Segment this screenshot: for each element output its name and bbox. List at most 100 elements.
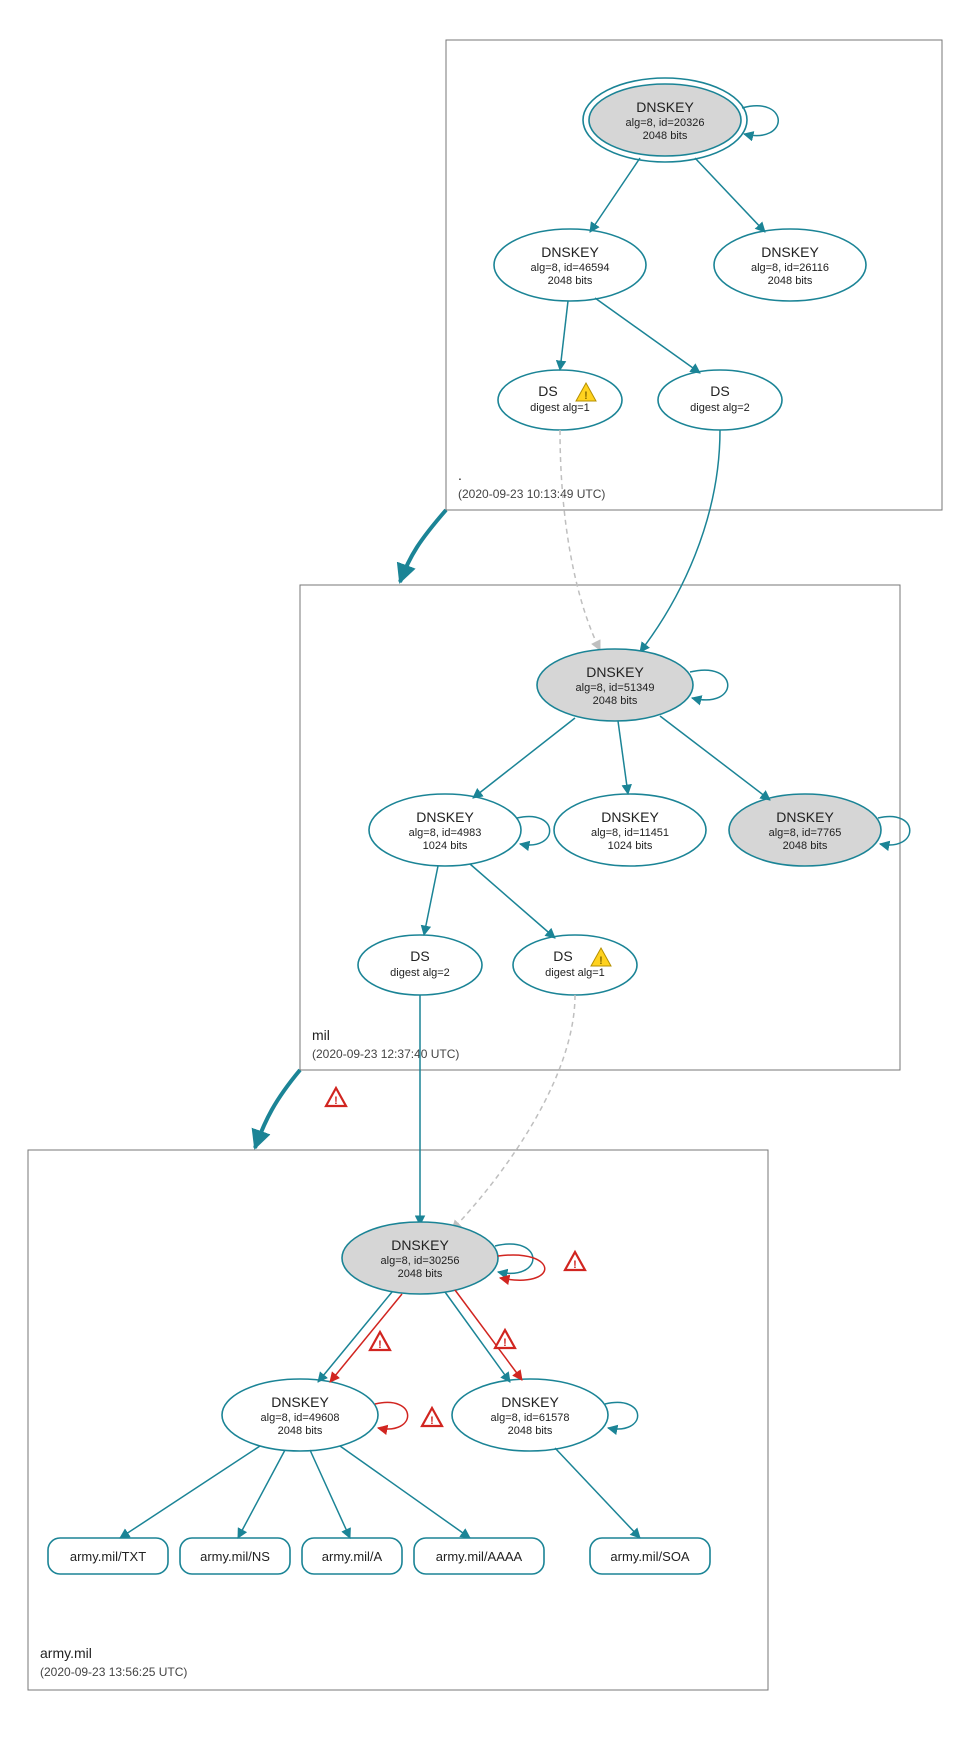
svg-text:alg=8, id=46594: alg=8, id=46594 [531,262,610,274]
warn-icon [326,1088,346,1107]
svg-text:alg=8, id=11451: alg=8, id=11451 [591,827,669,839]
svg-text:2048 bits: 2048 bits [508,1425,553,1437]
svg-text:alg=8, id=7765: alg=8, id=7765 [769,827,842,839]
node-army-61578: DNSKEY alg=8, id=61578 2048 bits [452,1379,608,1451]
svg-text:2048 bits: 2048 bits [278,1425,323,1437]
edge-milksk-11451 [618,721,628,794]
edge-49608-txt [120,1446,260,1538]
rr-txt: army.mil/TXT [48,1538,168,1574]
edge-rootksk-46594 [590,158,640,232]
svg-text:army.mil/AAAA: army.mil/AAAA [436,1549,523,1564]
edge-ds2-milksk [640,430,720,652]
svg-text:DS: DS [553,948,572,964]
svg-text:DNSKEY: DNSKEY [391,1237,449,1253]
edge-61578-soa [555,1448,640,1538]
edge-milksk-4983 [473,718,575,798]
svg-text:digest alg=2: digest alg=2 [390,967,450,979]
edge-mil-to-army-zone [255,1070,300,1148]
edge-milds1-armyksk [452,995,575,1230]
svg-text:alg=8, id=4983: alg=8, id=4983 [409,827,482,839]
svg-text:DNSKEY: DNSKEY [416,809,474,825]
svg-text:DS: DS [710,383,729,399]
svg-text:1024 bits: 1024 bits [423,840,468,852]
edge-4983-ds2 [424,866,438,935]
edge-milksk-7765 [660,716,770,800]
warn-icon [495,1330,515,1349]
edge-root-to-mil-zone [400,510,446,582]
edge-46594-ds2 [595,298,700,373]
svg-text:digest alg=1: digest alg=1 [530,402,590,414]
rr-a: army.mil/A [302,1538,402,1574]
zone-mil-label: mil [312,1027,330,1043]
svg-text:alg=8, id=26116: alg=8, id=26116 [751,262,829,274]
node-mil-ksk: DNSKEY alg=8, id=51349 2048 bits [537,649,693,721]
svg-text:2048 bits: 2048 bits [783,840,828,852]
edge-armyksk-self-bad [498,1255,545,1280]
svg-text:DNSKEY: DNSKEY [761,244,819,260]
svg-text:digest alg=2: digest alg=2 [690,402,750,414]
svg-text:DNSKEY: DNSKEY [601,809,659,825]
svg-text:army.mil/NS: army.mil/NS [200,1549,270,1564]
svg-text:DNSKEY: DNSKEY [271,1394,329,1410]
svg-text:DNSKEY: DNSKEY [501,1394,559,1410]
node-army-49608: DNSKEY alg=8, id=49608 2048 bits [222,1379,378,1451]
warn-icon [422,1408,442,1427]
svg-text:army.mil/SOA: army.mil/SOA [610,1549,690,1564]
zone-root-label: . [458,467,462,483]
svg-text:1024 bits: 1024 bits [608,840,653,852]
edge-armyksk-61578-bad [455,1290,522,1380]
svg-text:2048 bits: 2048 bits [398,1268,443,1280]
zone-army: army.mil (2020-09-23 13:56:25 UTC) DNSKE… [28,995,768,1690]
warn-icon [565,1252,585,1271]
node-root-46594: DNSKEY alg=8, id=46594 2048 bits [494,229,646,301]
rr-ns: army.mil/NS [180,1538,290,1574]
svg-text:DNSKEY: DNSKEY [586,664,644,680]
node-mil-ds1: DS digest alg=1 [513,935,637,995]
rr-soa: army.mil/SOA [590,1538,710,1574]
edge-7765-self [878,817,910,845]
svg-text:alg=8, id=49608: alg=8, id=49608 [261,1412,340,1424]
edge-ds1-milksk [560,430,600,650]
edge-armyksk-49608-bad [330,1294,402,1382]
edge-49608-ns [238,1450,285,1538]
node-mil-7765: DNSKEY alg=8, id=7765 2048 bits [729,794,881,866]
zone-root-ts: (2020-09-23 10:13:49 UTC) [458,487,605,501]
edge-4983-ds1 [470,864,555,938]
zone-root: . (2020-09-23 10:13:49 UTC) DNSKEY alg=8… [446,40,942,510]
svg-text:DS: DS [410,948,429,964]
svg-text:DNSKEY: DNSKEY [636,99,694,115]
edge-milksk-self [690,670,728,700]
zone-army-ts: (2020-09-23 13:56:25 UTC) [40,1665,187,1679]
svg-text:2048 bits: 2048 bits [593,695,638,707]
svg-text:DNSKEY: DNSKEY [541,244,599,260]
node-root-ds2: DS digest alg=2 [658,370,782,430]
edge-46594-ds1 [560,301,568,370]
edge-rootksk-26116 [695,158,765,232]
svg-text:2048 bits: 2048 bits [548,275,593,287]
edge-49608-aaaa [340,1446,470,1538]
edge-4983-self [517,817,550,845]
svg-text:army.mil/TXT: army.mil/TXT [70,1549,146,1564]
edge-armyksk-self-ok [495,1244,533,1273]
svg-text:alg=8, id=61578: alg=8, id=61578 [491,1412,570,1424]
svg-text:alg=8, id=51349: alg=8, id=51349 [576,682,655,694]
zone-mil-ts: (2020-09-23 12:37:40 UTC) [312,1047,459,1061]
rr-aaaa: army.mil/AAAA [414,1538,544,1574]
node-mil-11451: DNSKEY alg=8, id=11451 1024 bits [554,794,706,866]
warn-icon [370,1332,390,1351]
node-mil-ds2: DS digest alg=2 [358,935,482,995]
svg-text:2048 bits: 2048 bits [643,130,688,142]
node-army-ksk: DNSKEY alg=8, id=30256 2048 bits [342,1222,498,1294]
node-root-ds1: DS digest alg=1 [498,370,622,430]
edge-49608-a [310,1450,350,1538]
svg-text:DS: DS [538,383,557,399]
svg-text:alg=8, id=30256: alg=8, id=30256 [381,1255,460,1267]
svg-text:DNSKEY: DNSKEY [776,809,834,825]
node-root-ksk: DNSKEY alg=8, id=20326 2048 bits [583,78,747,162]
svg-text:2048 bits: 2048 bits [768,275,813,287]
edge-61578-self [605,1402,638,1429]
svg-text:army.mil/A: army.mil/A [322,1549,383,1564]
svg-text:digest alg=1: digest alg=1 [545,967,605,979]
edge-49608-self-bad [375,1402,408,1429]
zone-army-label: army.mil [40,1645,92,1661]
